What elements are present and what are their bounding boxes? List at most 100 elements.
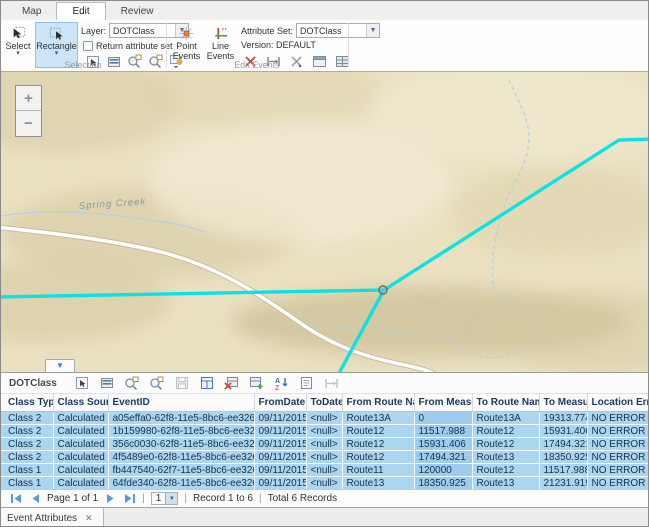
- table-cell: 18350.925: [539, 451, 587, 464]
- pagination-bar: Page 1 of 1 | 1 ▼ | Record 1 to 6 | Tota…: [1, 489, 648, 507]
- table-cell: <null>: [306, 477, 342, 490]
- map-zoom-control: + −: [15, 85, 42, 137]
- table-cell: NO ERROR: [587, 477, 649, 490]
- chevron-down-icon: ▼: [165, 493, 177, 504]
- line-events-icon: [213, 26, 228, 41]
- footer-tab-bar: Event Attributes ✕: [1, 507, 648, 527]
- event-table: Class TypeClass SourceEventIDFromDateToD…: [1, 393, 649, 490]
- last-page-button[interactable]: [123, 493, 136, 504]
- column-header[interactable]: FromDate: [254, 394, 306, 412]
- table-row[interactable]: Class 1Calculatedfb447540-62f7-11e5-8bc6…: [1, 464, 649, 477]
- sort-icon[interactable]: AZ: [274, 375, 290, 391]
- tab-event-attributes[interactable]: Event Attributes ✕: [1, 508, 104, 527]
- separator: |: [142, 493, 145, 504]
- table-cell: fb447540-62f7-11e5-8bc6-ee32641d5ec9: [108, 464, 254, 477]
- table-cell: Calculated: [53, 425, 108, 438]
- page-number-dropdown[interactable]: 1 ▼: [151, 492, 179, 505]
- column-header[interactable]: Location Error: [587, 394, 649, 412]
- table-row[interactable]: Class 2Calculateda05effa0-62f8-11e5-8bc6…: [1, 412, 649, 425]
- select-tool-icon[interactable]: [74, 375, 90, 391]
- table-cell: 17494.321: [539, 438, 587, 451]
- attribute-set-value: DOTClass: [297, 26, 366, 36]
- table-cell: Route12: [472, 425, 539, 438]
- table-cell: NO ERROR: [587, 438, 649, 451]
- panel-title: DOTClass: [9, 378, 57, 389]
- table-cell: a05effa0-62f8-11e5-8bc6-ee32641d5ec9: [108, 412, 254, 425]
- table-cell: NO ERROR: [587, 412, 649, 425]
- table-cell: 19313.774: [539, 412, 587, 425]
- tab-edit[interactable]: Edit: [56, 2, 105, 20]
- table-cell: Route12: [342, 451, 414, 464]
- layer-label: Layer:: [81, 26, 106, 36]
- table-cell: Route13: [472, 451, 539, 464]
- event-editor-window: Map Edit Review Select ▾ Rectangle: [0, 0, 649, 527]
- attribute-set-label: Attribute Set:: [241, 26, 293, 36]
- table-cell: Calculated: [53, 412, 108, 425]
- open-form-icon[interactable]: [299, 375, 315, 391]
- table-cell: Class 2: [1, 451, 53, 464]
- zoom-to-selected-icon[interactable]: [124, 375, 140, 391]
- table-row[interactable]: Class 1Calculated64fde340-62f8-11e5-8bc6…: [1, 477, 649, 490]
- table-cell: 09/11/2015: [254, 451, 306, 464]
- tab-review[interactable]: Review: [106, 3, 169, 20]
- measure-icon[interactable]: [324, 375, 340, 391]
- table-row[interactable]: Class 2Calculated1b159980-62f8-11e5-8bc6…: [1, 425, 649, 438]
- chevron-down-icon: ▾: [55, 51, 59, 57]
- add-record-icon[interactable]: [249, 375, 265, 391]
- column-header[interactable]: EventID: [108, 394, 254, 412]
- table-cell: Route12: [472, 438, 539, 451]
- save-icon[interactable]: [174, 375, 190, 391]
- table-cell: 15931.406: [539, 425, 587, 438]
- close-icon[interactable]: ✕: [85, 513, 93, 524]
- table-cell: Route12: [342, 425, 414, 438]
- column-header[interactable]: From Measure: [414, 394, 472, 412]
- next-page-button[interactable]: [104, 493, 117, 504]
- table-row[interactable]: Class 2Calculated356c0030-62f8-11e5-8bc6…: [1, 438, 649, 451]
- table-cell: Route13: [342, 477, 414, 490]
- column-header[interactable]: Class Type: [1, 394, 53, 412]
- version-label: Version: DEFAULT: [241, 40, 316, 50]
- delete-selected-icon[interactable]: [224, 375, 240, 391]
- column-header[interactable]: ToDate: [306, 394, 342, 412]
- collapse-panel-button[interactable]: ▼: [45, 359, 75, 372]
- ribbon: Select ▾ Rectangle ▾ Layer: DOTClass ▼ R…: [1, 20, 648, 72]
- table-cell: Calculated: [53, 438, 108, 451]
- column-header[interactable]: From Route Name: [342, 394, 414, 412]
- attribute-set-dropdown[interactable]: DOTClass ▼: [296, 23, 380, 38]
- event-attributes-tab-label: Event Attributes: [7, 513, 77, 524]
- table-cell: Class 2: [1, 438, 53, 451]
- zoom-in-button[interactable]: +: [16, 86, 41, 111]
- show-all-rows-icon[interactable]: [99, 375, 115, 391]
- table-cell: Calculated: [53, 451, 108, 464]
- zoom-out-button[interactable]: −: [16, 111, 41, 136]
- basemap: Spring Creek: [1, 72, 649, 372]
- table-cell: NO ERROR: [587, 464, 649, 477]
- table-cell: 09/11/2015: [254, 464, 306, 477]
- column-header[interactable]: Class Source: [53, 394, 108, 412]
- table-cell: <null>: [306, 438, 342, 451]
- map-canvas[interactable]: Spring Creek + − ▼: [1, 72, 649, 372]
- select-cursor-icon: [11, 26, 26, 41]
- tab-map[interactable]: Map: [7, 3, 56, 20]
- switch-selection-icon[interactable]: [199, 375, 215, 391]
- column-header[interactable]: To Route Name: [472, 394, 539, 412]
- table-row[interactable]: Class 2Calculated4f5489e0-62f8-11e5-8bc6…: [1, 451, 649, 464]
- collapse-arrow-icon: ▼: [56, 362, 64, 370]
- table-cell: Calculated: [53, 464, 108, 477]
- first-page-button[interactable]: [9, 493, 22, 504]
- return-attribute-set-checkbox[interactable]: [83, 41, 93, 51]
- table-cell: 09/11/2015: [254, 438, 306, 451]
- column-header[interactable]: To Measure: [539, 394, 587, 412]
- table-cell: Class 1: [1, 477, 53, 490]
- table-cell: NO ERROR: [587, 451, 649, 464]
- line-events-label: Line Events: [205, 41, 236, 61]
- previous-page-button[interactable]: [28, 493, 41, 504]
- table-cell: 15931.406: [414, 438, 472, 451]
- group-divider: [348, 23, 349, 67]
- pan-to-selected-icon[interactable]: [149, 375, 165, 391]
- table-cell: Class 2: [1, 412, 53, 425]
- attribute-panel-toolbar: DOTClass AZ: [1, 372, 648, 393]
- table-cell: Calculated: [53, 477, 108, 490]
- table-cell: Route13: [472, 477, 539, 490]
- separator: |: [259, 493, 262, 504]
